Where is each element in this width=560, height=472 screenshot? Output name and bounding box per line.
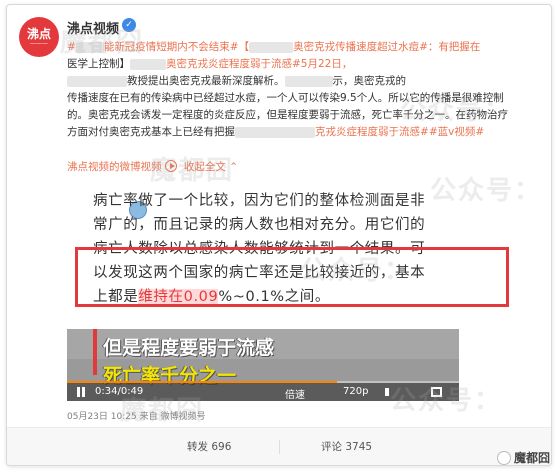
brand-watermark: 魔都囧 [496, 449, 550, 466]
pause-icon[interactable] [77, 387, 85, 397]
redacted-block [130, 58, 166, 70]
author-name[interactable]: 沸点视频 [67, 18, 119, 37]
redacted-block [67, 75, 127, 87]
highlight-box [75, 247, 509, 307]
fullscreen-icon[interactable] [431, 387, 442, 397]
article-line-2: 常广的，而且记录的病人数也相对充分。用它们的 [93, 217, 426, 233]
post-line-1: # 能新冠疫情短期内不会结束#【 奥密克戎传播速度超过水痘#：有把握在 [67, 39, 545, 56]
action-bar: 转发 696 评论 3745 [7, 428, 551, 465]
post-meta: 05月23日 10:25 来自 微博视频号 [67, 412, 206, 422]
weibo-post-card: 沸点 一一一 沸点视频 ✓ # 能新冠疫情短期内不会结束#【 奥密克戎传播速度超过水… [6, 4, 552, 466]
article-screenshot[interactable]: 病亡率做了一个比较，因为它们的整体检测面是非 常广的，而且记录的病人数也相对充分… [65, 179, 525, 327]
hashtag-link-5[interactable]: #蓝v视频# [429, 126, 484, 138]
divider [279, 440, 280, 454]
avatar-text: 沸点 [26, 27, 51, 41]
caption-marker [93, 329, 97, 375]
hashtag-link-1[interactable]: # 能新冠疫情短期内不会结束#【 [67, 41, 249, 53]
speed-button[interactable]: 倍速 [285, 386, 305, 401]
video-source-bar: 沸点视频的微博视频 收起全文 ⌃ [67, 159, 238, 174]
post-date[interactable]: 05月23日 10:25 [67, 412, 137, 422]
post-line-3: 教授提出奥密克戎最新深度解析。 示，奥密克戎的 [67, 73, 545, 90]
post-text: # 能新冠疫情短期内不会结束#【 奥密克戎传播速度超过水痘#：有把握在 医学上控制】… [67, 39, 545, 141]
repost-button[interactable]: 转发 696 [187, 439, 231, 454]
video-source-link[interactable]: 沸点视频的微博视频 [67, 161, 162, 173]
quality-button[interactable]: 720p [343, 386, 368, 397]
hashtag-link-4[interactable]: 克戎炎症程度弱于流感# [315, 126, 429, 138]
post-line-6: 方面对付奥密克戎基本上已经有把握 克戎炎症程度弱于流感##蓝v视频# [67, 126, 485, 138]
video-controls: 0:34/0:49 倍速 720p [67, 383, 459, 401]
video-time: 0:34/0:49 [95, 386, 144, 397]
post-line-5: 的。奥密克戎会诱发一定程度的炎症反应，但是程度要弱于流感，死亡率千分之一。在药物… [67, 109, 508, 121]
video-caption-1: 但是程度要弱于流感 [103, 337, 275, 359]
redacted-block [284, 75, 333, 87]
post-source[interactable]: 微博视频号 [160, 412, 205, 422]
redacted-block [235, 126, 315, 138]
wechat-icon [496, 451, 511, 465]
author-avatar[interactable]: 沸点 一一一 [19, 17, 59, 57]
post-line-2: 医学上控制】 奥密克戎炎症程度弱于流感#5月22日， [67, 58, 353, 70]
comment-button[interactable]: 评论 3745 [321, 439, 372, 454]
post-line-4: 传播速度在已有的传染病中已经超过水痘，一个人可以传染9.5个人。所以它的传播是很… [67, 92, 504, 104]
verified-badge-icon: ✓ [122, 18, 136, 32]
redacted-block [75, 41, 104, 53]
play-circle-icon[interactable] [164, 160, 177, 172]
avatar-subtext: 一一一 [29, 41, 48, 48]
chevron-up-icon: ⌃ [229, 161, 238, 173]
redacted-block [249, 41, 294, 53]
collapse-link[interactable]: 收起全文 ⌃ [184, 161, 238, 173]
video-player[interactable]: 但是程度要弱于流感 死亡率千分之一 0:34/0:49 倍速 720p [67, 329, 459, 401]
volume-icon[interactable] [385, 388, 395, 396]
hashtag-link-3[interactable]: 奥密克戎炎症程度弱于流感#5月22日， [166, 58, 352, 70]
hashtag-link-2[interactable]: 奥密克戎传播速度超过水痘#：有把握在 [293, 41, 480, 53]
article-line-1: 病亡率做了一个比较，因为它们的整体检测面是非 [93, 193, 426, 209]
